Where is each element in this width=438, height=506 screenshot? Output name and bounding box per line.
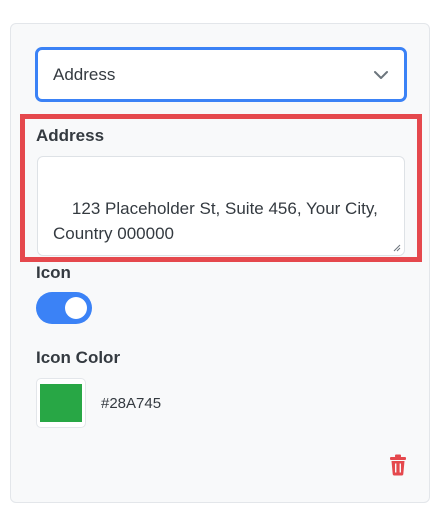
address-widget-card: Address Address 123 Placeholder St, Suit…	[10, 23, 430, 503]
trash-icon[interactable]	[388, 454, 408, 476]
widget-type-select[interactable]: Address	[35, 47, 407, 102]
address-textarea-value: 123 Placeholder St, Suite 456, Your City…	[53, 199, 378, 243]
icon-toggle[interactable]	[36, 292, 92, 324]
chevron-down-icon	[374, 71, 388, 79]
resize-handle-icon[interactable]	[393, 244, 401, 252]
icon-label: Icon	[36, 263, 71, 282]
icon-color-label: Icon Color	[36, 348, 121, 367]
address-textarea[interactable]: 123 Placeholder St, Suite 456, Your City…	[37, 156, 405, 256]
icon-color-picker[interactable]	[36, 378, 86, 428]
icon-color-hex-value: #28A745	[101, 395, 162, 412]
color-swatch	[40, 384, 82, 422]
widget-type-select-value: Address	[53, 64, 116, 84]
address-label: Address	[36, 126, 105, 145]
toggle-knob	[65, 297, 87, 319]
